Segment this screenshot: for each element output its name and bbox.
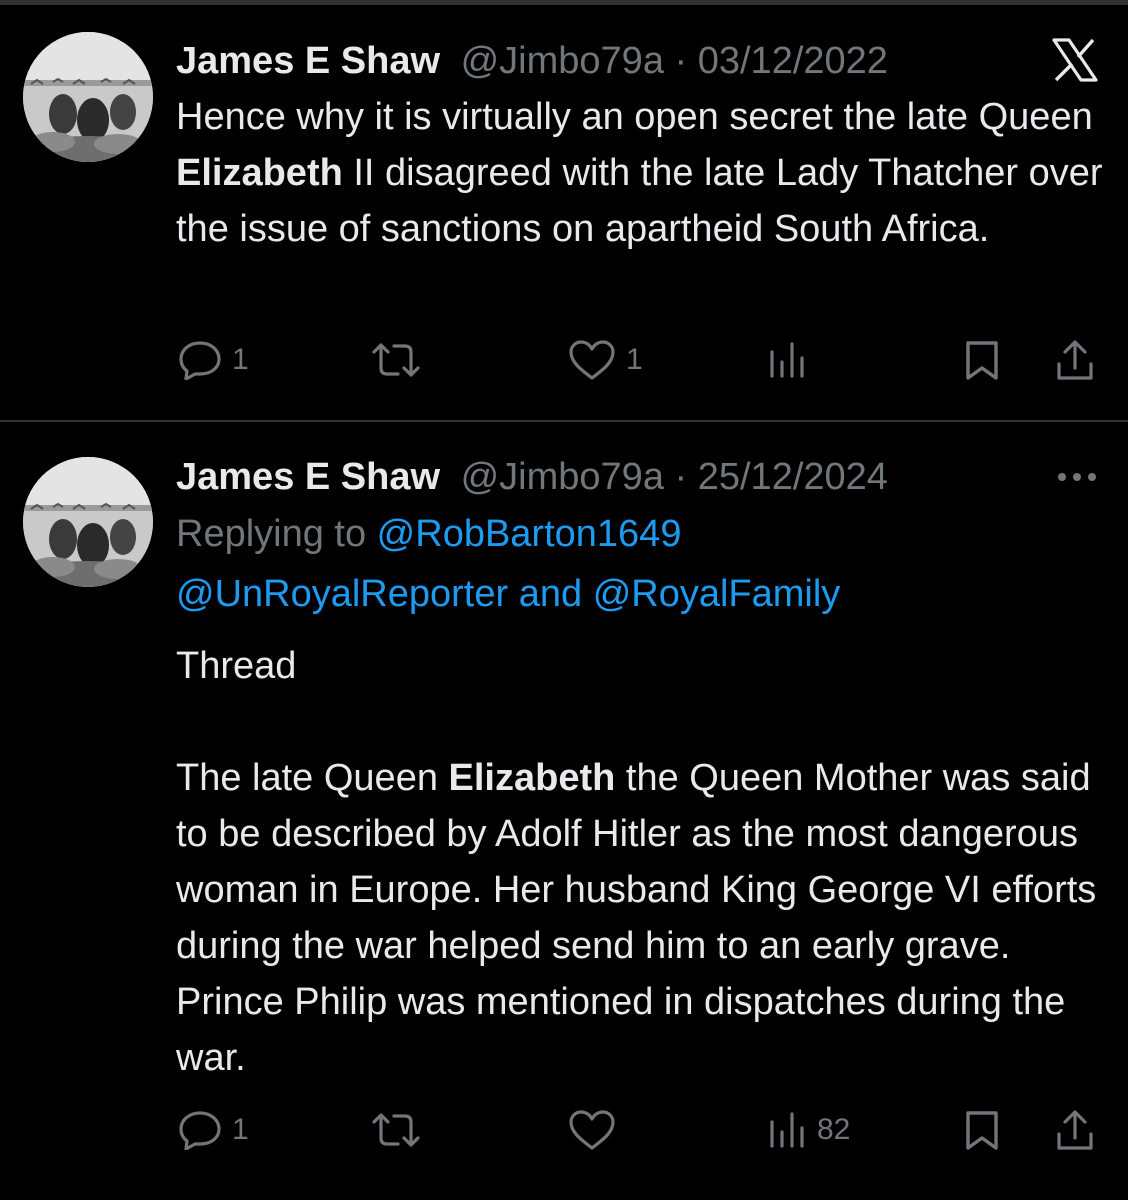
avatar[interactable]	[23, 457, 153, 587]
avatar-image	[23, 457, 153, 587]
mention-link[interactable]: @UnRoyalReporter	[176, 573, 508, 615]
highlighted-term: Elizabeth	[448, 757, 616, 799]
separator-dot: ·	[674, 40, 688, 82]
retweet-button[interactable]	[370, 330, 432, 390]
views-icon	[770, 342, 804, 378]
author-handle[interactable]: @Jimbo79a	[461, 40, 664, 82]
reply-icon	[179, 1111, 221, 1150]
bookmark-button[interactable]	[962, 330, 1002, 390]
tweet-text: Hence why it is virtually an open secret…	[176, 89, 1106, 257]
tweet-text: The late Queen Elizabeth the Queen Mothe…	[176, 750, 1106, 1086]
mention-link[interactable]: @RobBarton1649	[377, 513, 682, 555]
views-icon	[770, 1112, 804, 1148]
x-logo-icon	[1052, 38, 1098, 87]
tweet-text-part: Hence why it is virtually an open secret…	[176, 96, 1093, 138]
reply-count: 1	[232, 1113, 249, 1146]
reply-button[interactable]: 1	[178, 330, 249, 390]
tweet-2[interactable]: James E Shaw @Jimbo79a · 25/12/2024 Repl…	[0, 422, 1128, 1200]
tweet-1[interactable]: James E Shaw @Jimbo79a · 03/12/2022 Henc…	[0, 0, 1128, 420]
separator-dot: ·	[674, 456, 688, 498]
tweet-actions: 1 1	[0, 330, 1128, 390]
heart-icon	[569, 340, 615, 380]
reply-icon	[179, 341, 221, 380]
views-button[interactable]: 82	[767, 1100, 850, 1160]
author-name[interactable]: James E Shaw	[176, 40, 440, 82]
like-button[interactable]: 1	[568, 330, 643, 390]
author-handle[interactable]: @Jimbo79a	[461, 456, 664, 498]
replying-prefix: Replying to	[176, 513, 377, 555]
bookmark-button[interactable]	[962, 1100, 1002, 1160]
mention-link[interactable]: @RoyalFamily	[593, 573, 841, 615]
replying-and: and	[508, 573, 593, 615]
share-button[interactable]	[1055, 330, 1095, 390]
tweet-text-part: the Queen Mother was said to be describe…	[176, 757, 1097, 1079]
share-icon	[1057, 1110, 1093, 1150]
tweet-date[interactable]: 25/12/2024	[698, 456, 888, 498]
bookmark-icon	[966, 1111, 998, 1150]
tweet-header: James E Shaw @Jimbo79a · 03/12/2022	[176, 37, 888, 85]
like-count: 1	[626, 343, 643, 376]
views-count: 82	[817, 1113, 851, 1146]
replying-to: Replying to @RobBarton1649	[176, 506, 681, 562]
tweet-date[interactable]: 03/12/2022	[698, 40, 888, 82]
share-button[interactable]	[1055, 1100, 1095, 1160]
heart-icon	[569, 1110, 615, 1150]
retweet-icon	[372, 1113, 420, 1147]
reply-count: 1	[232, 343, 249, 376]
more-icon[interactable]	[1056, 470, 1098, 488]
avatar[interactable]	[23, 32, 153, 162]
thread-label: Thread	[176, 645, 297, 687]
retweet-button[interactable]	[370, 1100, 432, 1160]
reply-button[interactable]: 1	[178, 1100, 249, 1160]
tweet-text-part: The late Queen	[176, 757, 449, 799]
retweet-icon	[372, 343, 420, 377]
avatar-image	[23, 32, 153, 162]
highlighted-term: Elizabeth	[176, 152, 343, 194]
share-icon	[1057, 340, 1093, 380]
bookmark-icon	[966, 341, 998, 380]
views-button[interactable]	[767, 330, 817, 390]
like-button[interactable]	[568, 1100, 626, 1160]
replying-to-continued: @UnRoyalReporter and @RoyalFamily	[176, 566, 840, 622]
author-name[interactable]: James E Shaw	[176, 456, 440, 498]
tweet-actions: 1 82	[0, 1100, 1128, 1160]
tweet-header: James E Shaw @Jimbo79a · 25/12/2024	[176, 453, 888, 501]
